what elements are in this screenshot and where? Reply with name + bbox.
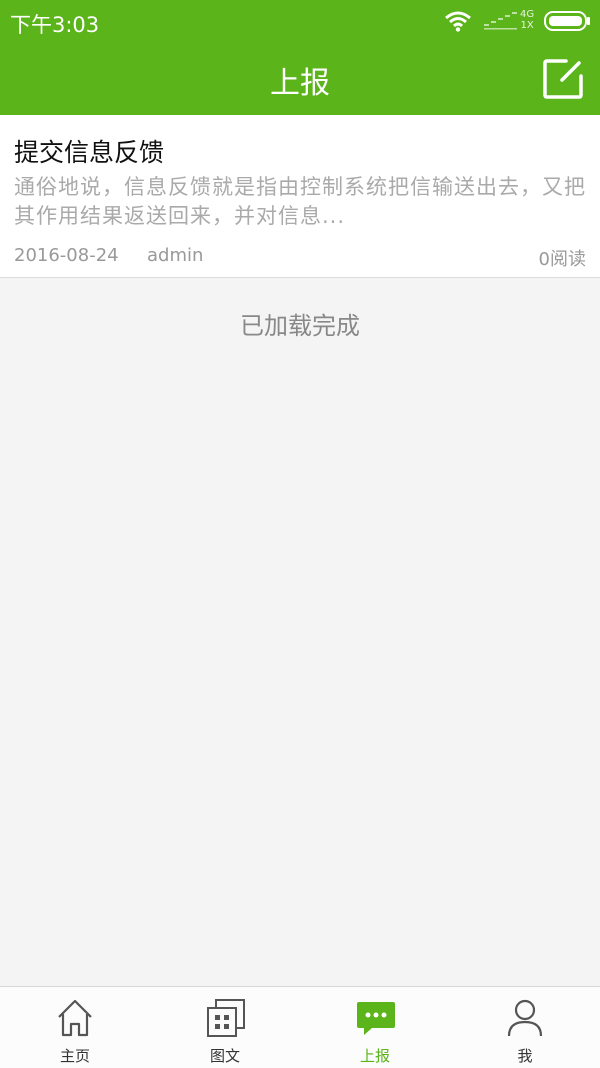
- tab-home[interactable]: 主页: [0, 987, 150, 1068]
- page-title: 上报: [270, 66, 330, 101]
- signal-icon: [484, 12, 517, 30]
- chat-icon: [357, 1002, 395, 1035]
- network-sub-label: 1X: [520, 20, 534, 31]
- tab-home-label: 主页: [59, 1047, 90, 1065]
- list-end-indicator: 已加载完成: [240, 312, 360, 340]
- tab-gallery[interactable]: 图文: [150, 987, 300, 1068]
- app-header: 下午3:03 4G 1X 上报: [0, 0, 600, 115]
- tab-gallery-label: 图文: [209, 1047, 240, 1065]
- edit-icon[interactable]: [542, 58, 584, 100]
- user-icon: [507, 999, 543, 1037]
- tab-profile[interactable]: 我: [450, 987, 600, 1068]
- post-card[interactable]: 提交信息反馈 通俗地说，信息反馈就是指由控制系统把信输送出去，又把其作用结果返送…: [0, 115, 600, 278]
- battery-icon: [544, 11, 590, 31]
- post-title: 提交信息反馈: [14, 138, 165, 167]
- network-label: 4G: [520, 9, 535, 20]
- home-icon: [58, 999, 92, 1037]
- bottom-tab-bar: 主页 图文 上报 我: [0, 986, 600, 1068]
- status-time: 下午3:03: [10, 13, 100, 37]
- post-author: admin: [147, 245, 204, 266]
- tab-report[interactable]: 上报: [300, 987, 450, 1068]
- post-read-count: 0阅读: [538, 249, 586, 270]
- tab-profile-label: 我: [517, 1047, 533, 1065]
- post-summary: 通俗地说，信息反馈就是指由控制系统把信输送出去，又把其作用结果返送回来，并对信息…: [14, 175, 586, 228]
- post-date: 2016-08-24: [14, 245, 119, 266]
- tab-report-label: 上报: [359, 1047, 390, 1065]
- network-type: 4G 1X: [520, 9, 534, 31]
- wifi-icon: [445, 11, 471, 32]
- grid-icon: [207, 999, 245, 1037]
